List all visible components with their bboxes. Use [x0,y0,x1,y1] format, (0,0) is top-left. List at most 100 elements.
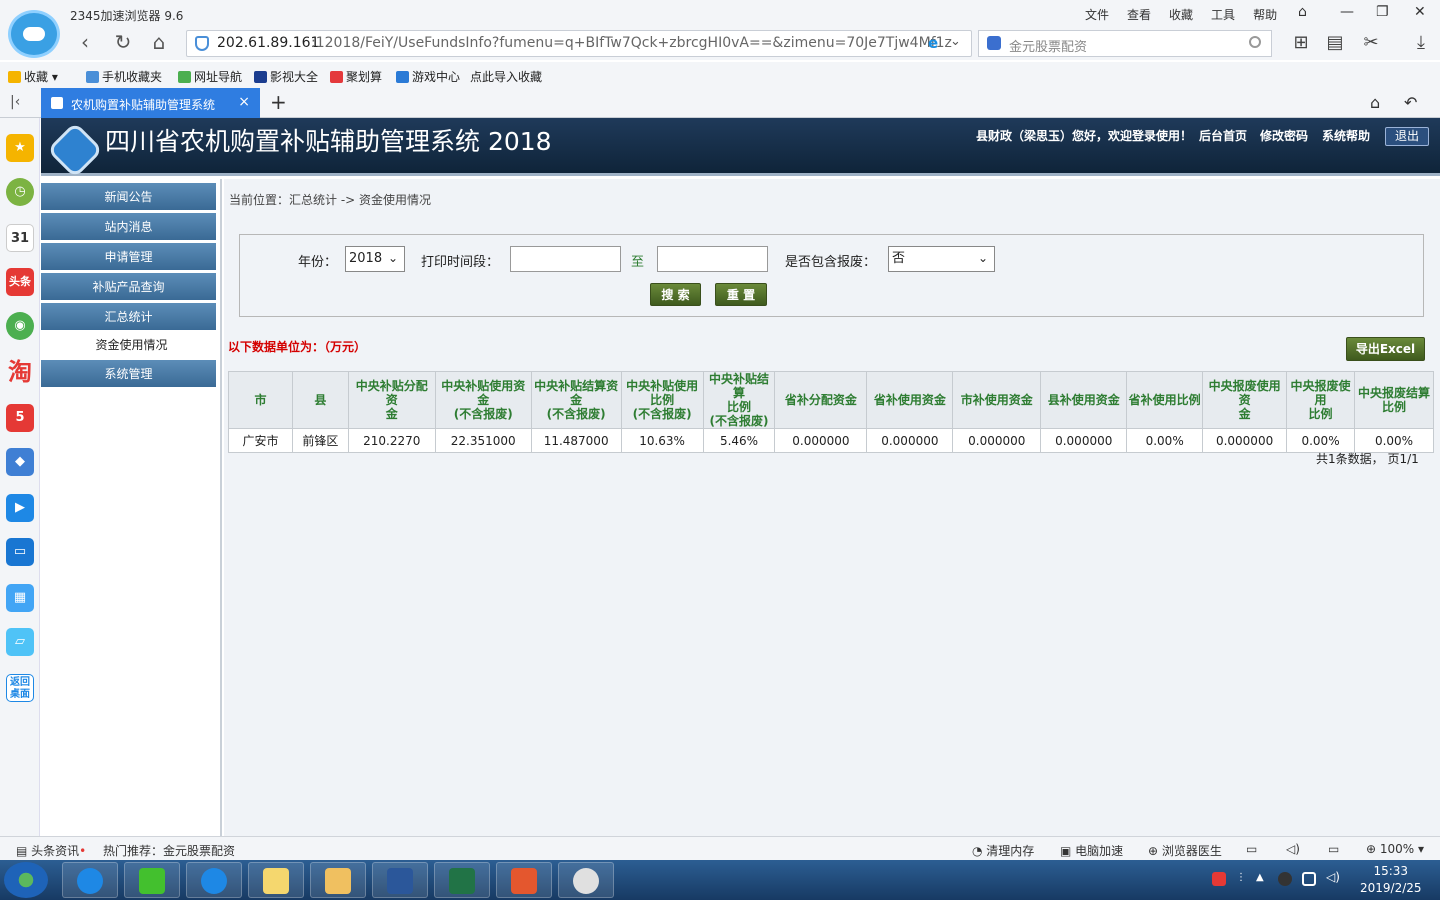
menu-product-query[interactable]: 补贴产品查询 [41,273,216,301]
favorites-star-icon[interactable]: ★ [6,134,34,162]
search-box[interactable]: 金元股票配资 [978,30,1272,57]
speaker-icon[interactable]: ◁) [1326,870,1340,884]
year-select[interactable]: 2018 ⌄ [345,246,405,272]
tray-expand-icon[interactable]: ▲ [1256,872,1270,886]
menu-favorites[interactable]: 收藏 [1169,6,1193,23]
restore-icon[interactable]: ❐ [1376,4,1389,20]
qq-icon[interactable] [1278,872,1292,886]
start-button[interactable] [4,862,48,898]
gamepad-icon[interactable]: ◆ [6,448,34,476]
search-engine-icon[interactable] [987,36,1001,50]
search-input[interactable]: 金元股票配资 [1009,36,1087,55]
reset-button[interactable]: 重 置 [715,283,767,306]
browser-titlebar: 2345加速浏览器 9.6 文件 查看 收藏 工具 帮助 ⌂ — ❐ ✕ ‹ ↻… [0,0,1440,60]
taskbar-avatar-app[interactable] [558,862,614,898]
new-tab-icon[interactable]: + [270,90,287,114]
volume-icon[interactable]: ◁) [1286,842,1300,856]
clear-icon[interactable]: ⌂ [1370,93,1380,112]
menu-fund-usage[interactable]: 资金使用情况 [41,331,222,359]
system-clock[interactable]: 15:33 2019/2/25 [1360,863,1422,897]
game-5-icon[interactable]: 5 [6,404,34,432]
column-header: 中央补贴使用资金 (不含报废) [434,371,532,429]
print-start-input[interactable] [510,246,621,272]
history-clock-icon[interactable]: ◷ [6,178,34,206]
address-dropdown-icon[interactable]: ⌄ [950,34,961,49]
tab-close-icon[interactable]: × [238,94,250,110]
taskbar-iqiyi[interactable] [124,862,180,898]
refresh-icon[interactable]: ↻ [110,30,136,56]
back-icon[interactable]: ‹ [72,30,98,56]
taskbar-browser[interactable] [186,862,242,898]
taskbar-excel[interactable] [434,862,490,898]
menu-applications[interactable]: 申请管理 [41,243,216,271]
screenshot-icon[interactable]: ✂ [1360,32,1382,54]
pc-speedup[interactable]: ▣ 电脑加速 [1060,842,1123,859]
address-bar[interactable]: 202.61.89.161 :12018/FeiY/UseFundsInfo?f… [186,30,972,57]
menu-help[interactable]: 帮助 [1253,6,1277,23]
taskbar-word[interactable] [372,862,428,898]
menu-summary[interactable]: 汇总统计 [41,303,216,331]
zoom-level[interactable]: ⊕ 100% ▾ [1366,842,1424,856]
news-link[interactable]: ▤ 头条资讯• [16,842,86,859]
ad-block-icon[interactable]: ▭ [1246,842,1257,856]
hot-recommend[interactable]: 热门推荐：金元股票配资 [103,842,235,859]
scrap-select[interactable]: 否 ⌄ [888,246,995,272]
toutiao-icon[interactable]: 头条 [6,268,34,296]
menu-view[interactable]: 查看 [1127,6,1151,23]
wechat-icon[interactable]: ◉ [6,312,34,340]
link-admin-home[interactable]: 后台首页 [1199,127,1247,144]
menu-file[interactable]: 文件 [1085,6,1109,23]
bookmark-favorites[interactable]: 收藏 ▾ [8,68,58,85]
bookmark-video[interactable]: 影视大全 [254,68,318,85]
clean-memory[interactable]: ◔ 清理内存 [972,842,1034,859]
search-button[interactable]: 搜 索 [650,283,701,306]
window-icon[interactable]: ▭ [1328,842,1339,856]
taskbar-kuaizip[interactable] [62,862,118,898]
link-system-help[interactable]: 系统帮助 [1322,127,1370,144]
bookmark-nav[interactable]: 网址导航 [178,68,242,85]
skin-icon[interactable]: ⌂ [1298,4,1307,20]
reader-icon[interactable]: ▤ [1324,32,1346,54]
sidebar-toggle-icon[interactable]: |‹ [10,94,20,110]
browser-doctor[interactable]: ⊕ 浏览器医生 [1148,842,1222,859]
table-cell: 广安市 [228,428,293,453]
taskbar-notes[interactable] [248,862,304,898]
close-window-icon[interactable]: ✕ [1414,4,1426,20]
taobao-icon[interactable]: 淘 [6,358,34,386]
taskbar-app-ec[interactable] [496,862,552,898]
bookmark-juhuasuan[interactable]: 聚划算 [330,68,382,85]
sogou-input-icon[interactable] [1212,872,1226,886]
bookmark-games[interactable]: 游戏中心 [396,68,460,85]
ie-mode-icon[interactable]: e [928,34,938,52]
tray-menu-icon[interactable]: ⋮ [1236,872,1250,886]
search-icon[interactable] [1249,36,1261,48]
back-to-desktop-icon[interactable]: 返回 桌面 [6,674,34,702]
print-end-input[interactable] [657,246,768,272]
bookmark-mobile[interactable]: 手机收藏夹 [86,68,162,85]
minimize-icon[interactable]: — [1340,4,1354,20]
apps-icon[interactable]: ⊞ [1290,32,1312,54]
monitor-icon[interactable]: ▭ [6,538,34,566]
logout-button[interactable]: 退出 [1385,127,1429,146]
notepad-icon[interactable]: ▱ [6,628,34,656]
bookmark-import[interactable]: 点此导入收藏 [470,68,542,85]
network-icon[interactable] [1302,872,1316,886]
table-cell: 10.63% [620,428,704,453]
menu-tools[interactable]: 工具 [1211,6,1235,23]
menu-system-admin[interactable]: 系统管理 [41,360,216,388]
export-excel-button[interactable]: 导出Excel [1346,337,1425,361]
menu-news[interactable]: 新闻公告 [41,183,216,211]
undo-icon[interactable]: ↶ [1404,93,1417,112]
video-player-icon[interactable]: ▶ [6,494,34,522]
taskbar-explorer[interactable] [310,862,366,898]
menu-messages[interactable]: 站内消息 [41,213,216,241]
tab-active[interactable]: 农机购置补贴辅助管理系统 × [41,88,260,118]
download-icon[interactable]: ⤓ [1410,32,1432,54]
calculator-icon[interactable]: ▦ [6,584,34,612]
column-header: 中央补贴分配资金 [347,371,436,429]
windows-taskbar: ⋮ ▲ ◁) 15:33 2019/2/25 [0,860,1440,900]
table-cell: 0.000000 [1202,428,1288,453]
calendar-icon[interactable]: 31 [6,224,34,252]
home-icon[interactable]: ⌂ [146,30,172,56]
link-change-password[interactable]: 修改密码 [1260,127,1308,144]
